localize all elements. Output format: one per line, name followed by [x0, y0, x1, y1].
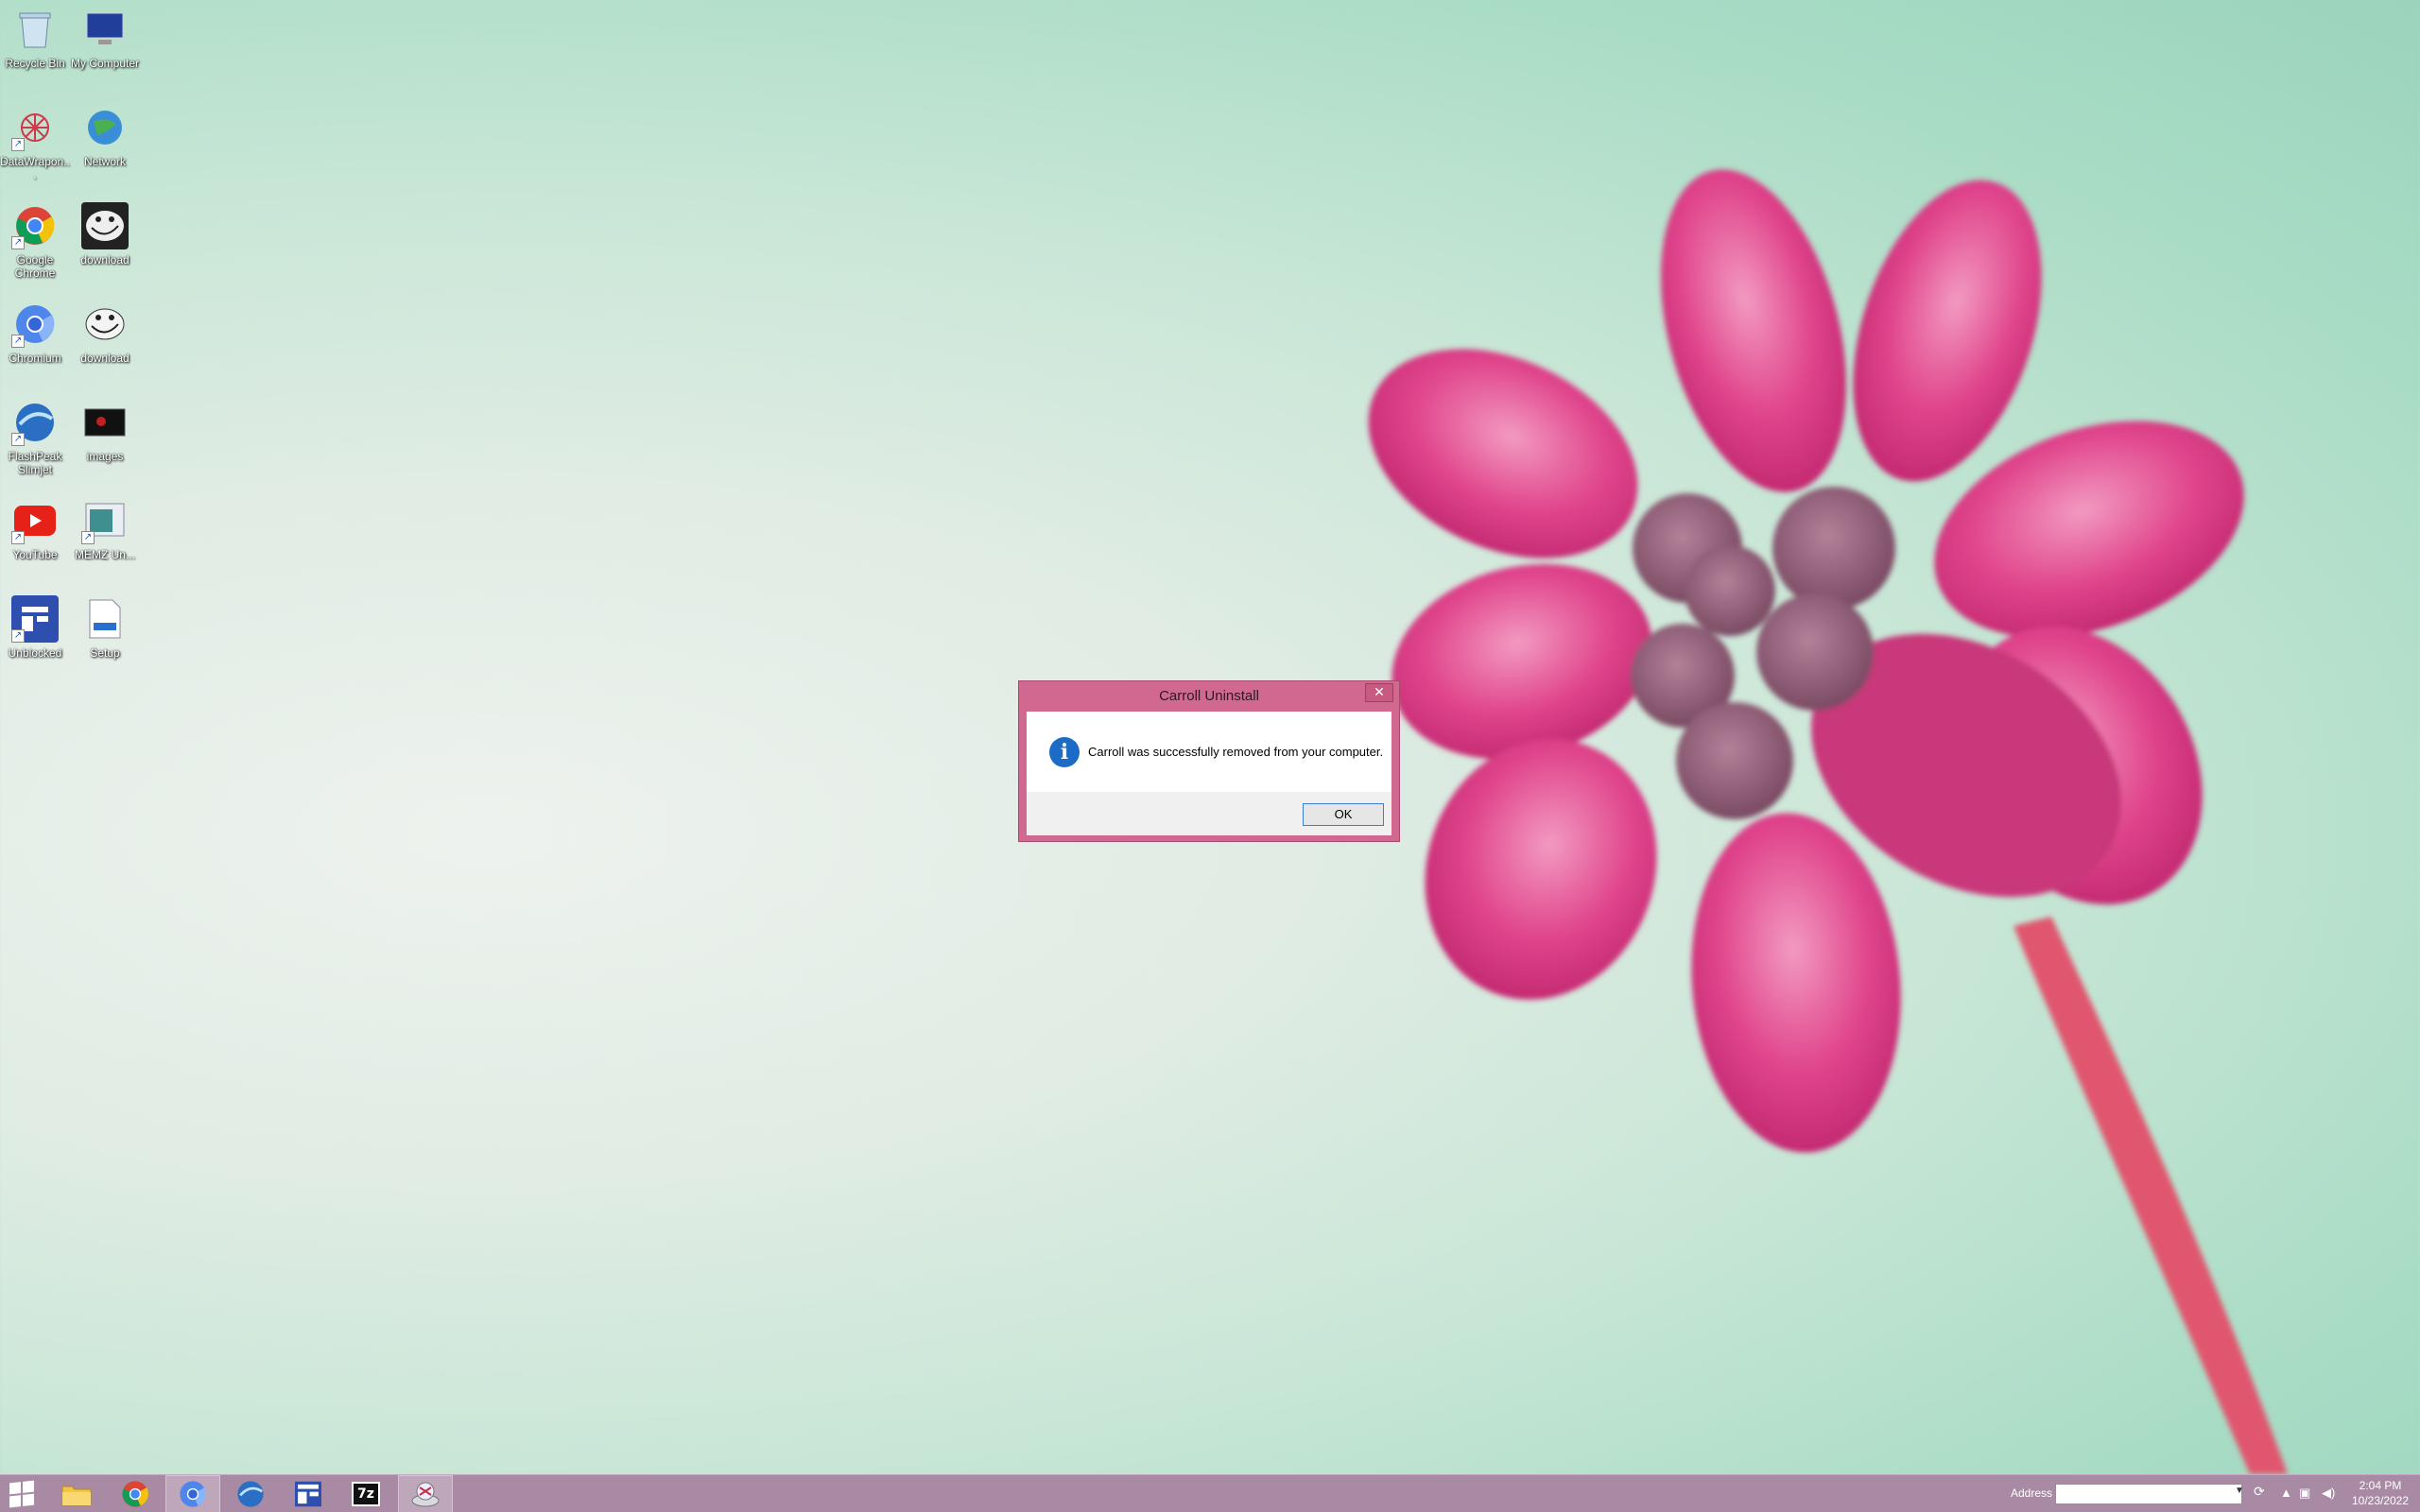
my-computer-icon [81, 6, 129, 53]
7zip-icon: 7z [352, 1482, 380, 1506]
desktop-icon-label: YouTube [12, 548, 58, 561]
taskbar-slimjet[interactable] [223, 1475, 278, 1512]
shortcut-arrow-icon: ↗ [11, 531, 25, 544]
desktop-icon-google-chrome[interactable]: ↗ Google Chrome [0, 202, 70, 280]
network-icon [81, 104, 129, 151]
dialog-message: Carroll was successfully removed from yo… [1088, 745, 1384, 759]
chevron-down-icon[interactable]: ▼ [2235, 1486, 2244, 1496]
desktop-icon-label: Chromium [9, 352, 61, 365]
datawrapper-icon: ↗ [11, 104, 59, 151]
uninstall-dialog: Carroll Uninstall ✕ i Carroll was succes… [1018, 680, 1400, 842]
desktop-icon-label: Network [83, 155, 126, 168]
slimjet-icon [237, 1481, 264, 1507]
close-button[interactable]: ✕ [1365, 683, 1393, 702]
shortcut-arrow-icon: ↗ [11, 629, 25, 643]
dialog-titlebar[interactable]: Carroll Uninstall ✕ [1019, 681, 1399, 712]
taskbar-unblocked[interactable] [281, 1475, 336, 1512]
desktop-icon-slimjet[interactable]: ↗ FlashPeak Slimjet [0, 399, 70, 476]
memz-icon: ↗ [81, 497, 129, 544]
shortcut-arrow-icon: ↗ [11, 138, 25, 151]
desktop-icon-my-computer[interactable]: My Computer [70, 6, 140, 70]
desktop-icon-label: images [86, 450, 124, 463]
desktop-icon-memz[interactable]: ↗ MEMZ Un... [70, 497, 140, 561]
youtube-icon: ↗ [11, 497, 59, 544]
chrome-icon: ↗ [11, 202, 59, 249]
volume-icon[interactable]: ◀) [2322, 1486, 2335, 1501]
tray-overflow-icon[interactable]: ▲ [2280, 1486, 2292, 1500]
address-label: Address [2011, 1486, 2053, 1500]
desktop-icon-label: MEMZ Un... [74, 548, 135, 561]
chromium-icon [180, 1481, 206, 1507]
desktop-icon-chromium[interactable]: ↗ Chromium [0, 301, 70, 365]
desktop-icon-download-1[interactable]: download [70, 202, 140, 266]
shortcut-arrow-icon: ↗ [11, 335, 25, 348]
windows-logo-icon [9, 1480, 34, 1508]
close-icon: ✕ [1374, 684, 1385, 699]
desktop-icon-label: FlashPeak Slimjet [8, 450, 62, 476]
taskbar-7zip[interactable]: 7z [338, 1475, 393, 1512]
shortcut-arrow-icon: ↗ [81, 531, 95, 544]
taskbar-chrome[interactable] [108, 1475, 163, 1512]
dialog-title: Carroll Uninstall [1159, 688, 1259, 704]
refresh-icon[interactable]: ⟳ [2254, 1484, 2265, 1500]
7zip-label: 7z [357, 1486, 374, 1502]
desktop-icon-label: My Computer [70, 57, 140, 70]
desktop-icon-datawrapper[interactable]: ↗ DataWrapon... [0, 104, 70, 181]
troll-face-icon [81, 202, 129, 249]
uninstaller-icon [411, 1482, 440, 1507]
desktop-icon-label: download [80, 352, 130, 365]
desktop-icon-setup[interactable]: Setup [70, 595, 140, 660]
clock[interactable]: 2:04 PM 10/23/2022 [2350, 1478, 2411, 1508]
image-file-icon [81, 399, 129, 446]
ok-button[interactable]: OK [1303, 803, 1384, 826]
desktop-icon-label: DataWrapon... [0, 155, 70, 181]
desktop-icon-network[interactable]: Network [70, 104, 140, 168]
chrome-icon [122, 1481, 148, 1507]
desktop-icon-images[interactable]: images [70, 399, 140, 463]
desktop-icon-label: Recycle Bin [5, 57, 65, 70]
setup-icon [81, 595, 129, 643]
dialog-message-area: i Carroll was successfully removed from … [1027, 712, 1392, 792]
taskbar: 7z Address ▼ ⟳ ▲ ▣ ◀) 2:04 PM 10/23/2022 [0, 1474, 2420, 1512]
taskbar-chromium[interactable] [165, 1475, 220, 1512]
clock-date: 10/23/2022 [2351, 1494, 2410, 1507]
desktop-icon-label: Unblocked [8, 646, 62, 660]
dialog-body: i Carroll was successfully removed from … [1027, 712, 1392, 835]
desktop-icon-label: download [80, 253, 130, 266]
info-icon: i [1049, 737, 1080, 767]
taskbar-file-explorer[interactable] [49, 1475, 104, 1512]
recycle-bin-icon [11, 6, 59, 53]
desktop-icon-download-2[interactable]: download [70, 301, 140, 365]
address-input[interactable] [2055, 1484, 2242, 1504]
shortcut-arrow-icon: ↗ [11, 236, 25, 249]
desktop-icon-label: Setup [90, 646, 120, 660]
desktop-icon-unblocked[interactable]: ↗ Unblocked [0, 595, 70, 660]
network-tray-icon[interactable]: ▣ [2299, 1486, 2310, 1501]
desktop-icon-recycle-bin[interactable]: Recycle Bin [0, 6, 70, 70]
file-explorer-icon [61, 1486, 92, 1506]
unblocked-icon [295, 1481, 321, 1507]
start-button[interactable] [0, 1475, 43, 1512]
shortcut-arrow-icon: ↗ [11, 433, 25, 446]
desktop-icon-youtube[interactable]: ↗ YouTube [0, 497, 70, 561]
desktop-icon-label: Google Chrome [14, 253, 56, 280]
dialog-button-area: OK [1027, 792, 1392, 835]
chromium-icon: ↗ [11, 301, 59, 348]
troll-face-icon [81, 301, 129, 348]
taskbar-uninstaller[interactable] [398, 1475, 453, 1512]
clock-time: 2:04 PM [2359, 1479, 2402, 1492]
slimjet-icon: ↗ [11, 399, 59, 446]
unblocked-icon: ↗ [11, 595, 59, 643]
